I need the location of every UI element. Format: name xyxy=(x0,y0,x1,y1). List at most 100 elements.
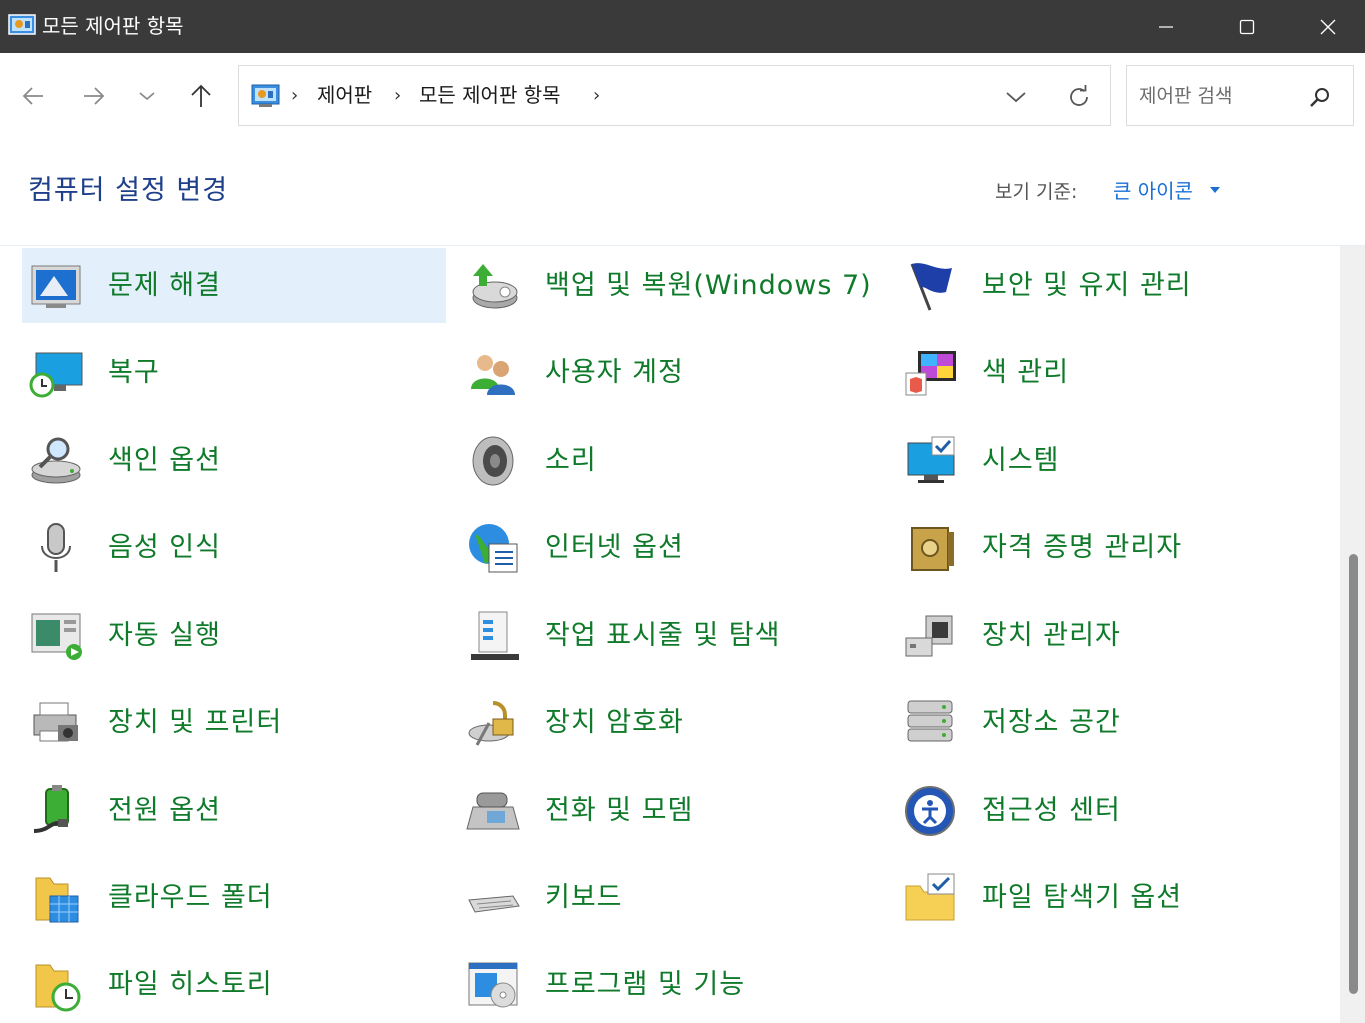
file-history-icon xyxy=(35,964,81,1012)
item-label: 시스템 xyxy=(982,445,1060,476)
breadcrumb-control-panel[interactable]: 제어판 xyxy=(317,82,372,108)
printer-icon xyxy=(33,702,78,742)
item-internet-options[interactable]: 인터넷 옵션 xyxy=(459,510,883,585)
item-label: 장치 암호화 xyxy=(545,707,684,738)
item-label: 클라우드 폴더 xyxy=(108,882,273,913)
item-label: 문제 해결 xyxy=(108,270,221,301)
address-bar[interactable]: › 제어판 › 모든 제어판 항목 › xyxy=(238,65,1111,126)
item-troubleshooting[interactable]: 문제 해결 xyxy=(22,248,446,323)
item-label: 전원 옵션 xyxy=(108,795,221,826)
chevron-down-icon xyxy=(1006,92,1026,103)
refresh-icon xyxy=(1070,85,1088,106)
item-label: 장치 관리자 xyxy=(982,620,1121,651)
arrow-right-icon xyxy=(84,87,105,105)
item-label: 복구 xyxy=(108,357,160,388)
item-recovery[interactable]: 복구 xyxy=(22,335,446,410)
item-indexing-options[interactable]: 색인 옵션 xyxy=(22,423,446,498)
item-label: 보안 및 유지 관리 xyxy=(982,270,1192,301)
address-history-button[interactable] xyxy=(1001,83,1031,111)
breadcrumb-all-items[interactable]: 모든 제어판 항목 xyxy=(419,82,561,108)
phone-modem-icon xyxy=(466,792,520,830)
forward-button[interactable] xyxy=(74,79,114,113)
device-manager-icon xyxy=(905,615,953,657)
minimize-button[interactable] xyxy=(1126,0,1206,53)
keyboard-icon xyxy=(468,895,520,913)
search-input[interactable] xyxy=(1139,80,1299,112)
scrollbar-thumb[interactable] xyxy=(1349,554,1358,994)
item-ease-of-access[interactable]: 접근성 센터 xyxy=(896,773,1320,848)
maximize-button[interactable] xyxy=(1207,0,1287,53)
item-file-explorer-options[interactable]: 파일 탐색기 옵션 xyxy=(896,860,1320,935)
refresh-button[interactable] xyxy=(1063,81,1095,113)
window-title: 모든 제어판 항목 xyxy=(42,14,184,38)
search-button[interactable] xyxy=(1307,84,1333,110)
item-system[interactable]: 시스템 xyxy=(896,423,1320,498)
folder-options-icon xyxy=(905,873,955,921)
microphone-icon xyxy=(41,523,71,572)
item-label: 색 관리 xyxy=(982,357,1070,388)
navigation-bar: › 제어판 › 모든 제어판 항목 › xyxy=(0,53,1365,141)
item-autoplay[interactable]: 자동 실행 xyxy=(22,598,446,673)
power-options-icon xyxy=(33,785,69,833)
view-by-label: 보기 기준: xyxy=(995,181,1078,203)
item-device-manager[interactable]: 장치 관리자 xyxy=(896,598,1320,673)
item-storage-spaces[interactable]: 저장소 공간 xyxy=(896,685,1320,760)
item-file-history[interactable]: 파일 히스토리 xyxy=(22,947,446,1022)
item-label: 작업 표시줄 및 탐색 xyxy=(545,620,781,651)
item-label: 인터넷 옵션 xyxy=(545,532,684,563)
item-security-maintenance[interactable]: 보안 및 유지 관리 xyxy=(896,248,1320,323)
search-box[interactable] xyxy=(1126,65,1354,126)
item-credential-manager[interactable]: 자격 증명 관리자 xyxy=(896,510,1320,585)
item-cloud-folder[interactable]: 클라우드 폴더 xyxy=(22,860,446,935)
cloud-folder-icon xyxy=(35,877,79,923)
chevron-down-icon xyxy=(139,92,155,101)
back-button[interactable] xyxy=(13,79,53,113)
item-speech-recognition[interactable]: 음성 인식 xyxy=(22,510,446,585)
up-button[interactable] xyxy=(181,79,221,113)
item-programs-features[interactable]: 프로그램 및 기능 xyxy=(459,947,883,1022)
troubleshooting-icon xyxy=(31,265,81,308)
item-backup-restore[interactable]: 백업 및 복원(Windows 7) xyxy=(459,248,883,323)
speaker-icon xyxy=(472,436,514,486)
caret-down-icon[interactable] xyxy=(1210,187,1220,194)
item-label: 접근성 센터 xyxy=(982,795,1121,826)
item-label: 사용자 계정 xyxy=(545,357,684,388)
view-by-dropdown[interactable]: 큰 아이콘 xyxy=(1113,178,1193,204)
page-title: 컴퓨터 설정 변경 xyxy=(28,175,229,206)
breadcrumb-separator[interactable]: › xyxy=(291,83,298,109)
taskbar-icon xyxy=(471,611,519,660)
item-power-options[interactable]: 전원 옵션 xyxy=(22,773,446,848)
item-sound[interactable]: 소리 xyxy=(459,423,883,498)
internet-options-icon xyxy=(469,524,518,573)
recent-locations-button[interactable] xyxy=(127,79,167,113)
control-panel-app-icon xyxy=(8,14,36,35)
vertical-scrollbar[interactable] xyxy=(1340,246,1365,1023)
item-label: 전화 및 모뎀 xyxy=(545,795,694,826)
recovery-icon xyxy=(29,352,83,398)
item-label: 색인 옵션 xyxy=(108,445,221,476)
item-device-encryption[interactable]: 장치 암호화 xyxy=(459,685,883,760)
item-user-accounts[interactable]: 사용자 계정 xyxy=(459,335,883,410)
item-label: 음성 인식 xyxy=(108,532,221,563)
search-icon xyxy=(1310,88,1329,107)
title-bar: 모든 제어판 항목 xyxy=(0,0,1365,53)
storage-spaces-icon xyxy=(907,700,953,742)
backup-restore-icon xyxy=(472,264,518,309)
ease-of-access-icon xyxy=(905,786,955,836)
user-accounts-icon xyxy=(471,355,515,395)
breadcrumb-separator[interactable]: › xyxy=(394,83,401,109)
item-label: 소리 xyxy=(545,445,597,476)
close-button[interactable] xyxy=(1288,0,1365,53)
close-icon xyxy=(1320,19,1336,34)
system-icon xyxy=(907,436,955,483)
item-label: 자격 증명 관리자 xyxy=(982,532,1183,563)
item-color-management[interactable]: 색 관리 xyxy=(896,335,1320,410)
item-taskbar-navigation[interactable]: 작업 표시줄 및 탐색 xyxy=(459,598,883,673)
breadcrumb-separator[interactable]: › xyxy=(593,83,600,109)
item-phone-modem[interactable]: 전화 및 모뎀 xyxy=(459,773,883,848)
indexing-icon xyxy=(31,437,81,484)
page-header: 컴퓨터 설정 변경 보기 기준: 큰 아이콘 xyxy=(0,141,1365,246)
item-label: 저장소 공간 xyxy=(982,707,1121,738)
item-devices-printers[interactable]: 장치 및 프린터 xyxy=(22,685,446,760)
item-keyboard[interactable]: 키보드 xyxy=(459,860,883,935)
